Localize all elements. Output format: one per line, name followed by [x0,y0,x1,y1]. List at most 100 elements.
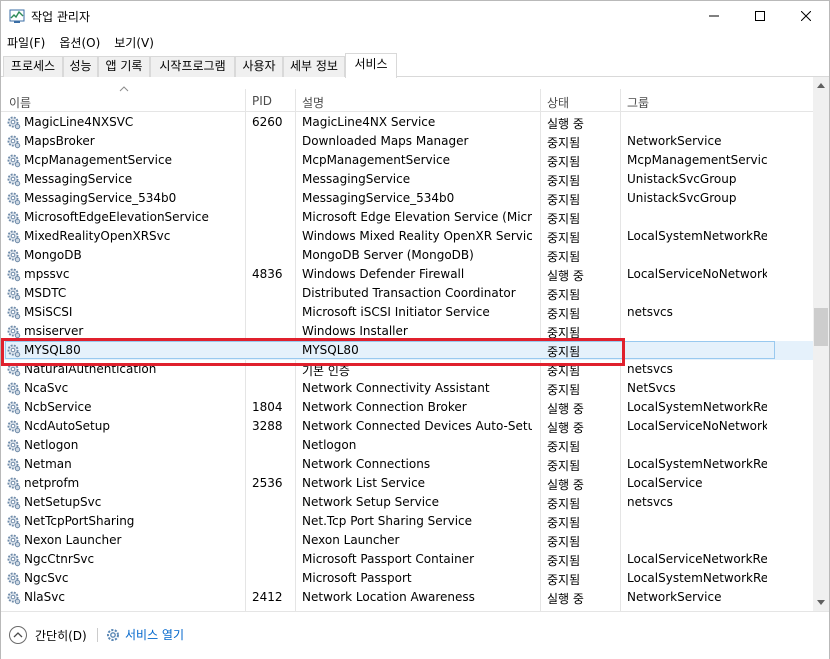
table-row[interactable]: MessagingService MessagingService 중지됨 Unist… [1,170,813,189]
service-pid: 3288 [252,419,283,433]
table-row[interactable]: netprofm 2536 Network List Service 실행 중 Loca… [1,474,813,493]
service-pid: 2536 [252,476,283,490]
tab-details[interactable]: 세부 정보 [283,56,345,77]
service-status: 중지됨 [547,573,581,587]
service-status: 중지됨 [547,193,581,207]
service-group: LocalService [627,476,703,490]
table-row[interactable]: Netman Network Connections 중지됨 LocalSystemN… [1,455,813,474]
table-row[interactable]: NetSetupSvc Network Setup Service 중지됨 netsv… [1,493,813,512]
services-list: 이름 PID 설명 상태 그룹 MagicLine4NXSVC 6260 Magic… [1,77,829,611]
service-name: NgcSvc [24,571,69,585]
menu-file[interactable]: 파일(F) [7,34,45,51]
minimize-button[interactable] [691,1,737,31]
service-group: netsvcs [627,305,673,319]
service-description: Distributed Transaction Coordinator [302,286,516,300]
service-group: NetworkService [627,134,722,148]
service-status: 중지됨 [547,250,581,264]
table-row[interactable]: MapsBroker Downloaded Maps Manager 중지됨 Netw… [1,132,813,151]
scroll-down-button[interactable] [813,594,829,611]
service-description: Netlogon [302,438,357,452]
service-status: 중지됨 [547,174,581,188]
service-status: 중지됨 [547,155,581,169]
service-name: MapsBroker [24,134,95,148]
table-row[interactable]: Netlogon Netlogon 중지됨 [1,436,813,455]
fewer-details-label: 간단히(D) [35,628,87,643]
service-gear-icon [6,533,21,548]
footer-divider [97,628,98,642]
table-row[interactable]: MixedRealityOpenXRSvc Windows Mixed Reali… [1,227,813,246]
window-title: 작업 관리자 [31,10,91,24]
table-row[interactable]: msiserver Windows Installer 중지됨 [1,322,813,341]
footer-bar: 간단히(D) 서비스 열기 [1,611,829,659]
service-gear-icon [6,286,21,301]
tab-processes[interactable]: 프로세스 [3,56,63,77]
table-row[interactable]: MicrosoftEdgeElevationService Microsoft E… [1,208,813,227]
service-group: McpManagementServic... [627,153,767,167]
service-description: Network Connected Devices Auto-Setup [302,419,532,433]
service-pid: 6260 [252,115,283,129]
table-row[interactable]: NgcCtnrSvc Microsoft Passport Container 중지… [1,550,813,569]
fewer-details-button[interactable]: 간단히(D) [9,626,87,644]
service-gear-icon [6,153,21,168]
table-row[interactable]: MongoDB MongoDB Server (MongoDB) 중지됨 [1,246,813,265]
close-icon [801,11,811,21]
tab-app-history[interactable]: 앱 기록 [98,56,150,77]
table-row[interactable]: MSDTC Distributed Transaction Coordinator… [1,284,813,303]
table-row[interactable]: NaturalAuthentication 기본 인증 중지됨 netsvcs [1,360,813,379]
chevron-up-icon [817,83,825,88]
service-gear-icon [6,400,21,415]
service-status: 중지됨 [547,535,581,549]
table-row[interactable]: McpManagementService McpManagementService… [1,151,813,170]
maximize-button[interactable] [737,1,783,31]
service-status: 실행 중 [547,478,584,492]
table-row[interactable]: Nexon Launcher Nexon Launcher 중지됨 [1,531,813,550]
tab-services[interactable]: 서비스 [345,53,397,78]
service-description: MagicLine4NX Service [302,115,436,129]
service-gear-icon [6,305,21,320]
service-group: LocalSystemNetworkRes... [627,457,767,471]
service-status: 중지됨 [547,288,581,302]
column-status-header[interactable]: 상태 [547,94,569,111]
service-description: Downloaded Maps Manager [302,134,469,148]
table-row-selected[interactable]: MYSQL80 MYSQL80 중지됨 [1,341,813,360]
scroll-up-button[interactable] [813,77,829,94]
table-row[interactable]: NcbService 1804 Network Connection Broker 실… [1,398,813,417]
vertical-scrollbar[interactable] [813,77,829,611]
service-name: NlaSvc [24,590,65,604]
table-row[interactable]: NgcSvc Microsoft Passport 중지됨 LocalSystemNe… [1,569,813,588]
column-description-header[interactable]: 설명 [302,94,324,111]
scroll-thumb[interactable] [814,308,828,346]
table-row[interactable]: NcaSvc Network Connectivity Assistant 중지됨 N… [1,379,813,398]
service-gear-icon [6,476,21,491]
service-name: NcaSvc [24,381,69,395]
table-row[interactable]: NcdAutoSetup 3288 Network Connected Device… [1,417,813,436]
service-group: LocalServiceNoNetwork [627,419,767,433]
service-pid: 2412 [252,590,283,604]
menu-bar: 파일(F) 옵션(O) 보기(V) [1,31,829,53]
service-status: 실행 중 [547,421,584,435]
service-description: MYSQL80 [302,343,359,357]
close-button[interactable] [783,1,829,31]
tab-users[interactable]: 사용자 [235,56,283,77]
open-services-link[interactable]: 서비스 열기 [105,626,184,643]
column-name-header[interactable]: 이름 [9,94,31,111]
table-row[interactable]: NetTcpPortSharing Net.Tcp Port Sharing Se… [1,512,813,531]
table-row[interactable]: mpssvc 4836 Windows Defender Firewall 실행 중 L… [1,265,813,284]
column-group-header[interactable]: 그룹 [627,94,649,111]
minimize-icon [709,15,719,17]
table-row[interactable]: MagicLine4NXSVC 6260 MagicLine4NX Service 실… [1,113,813,132]
service-group: LocalSystemNetworkRes... [627,571,767,585]
column-pid-header[interactable]: PID [252,94,272,108]
table-row[interactable]: MessagingService_534b0 MessagingService_5… [1,189,813,208]
table-row[interactable]: MSiSCSI Microsoft iSCSI Initiator Service… [1,303,813,322]
tab-performance[interactable]: 성능 [63,56,98,77]
service-description: MessagingService_534b0 [302,191,455,205]
tab-startup[interactable]: 시작프로그램 [150,56,235,77]
service-gear-icon [6,514,21,529]
table-row[interactable]: NlaSvc 2412 Network Location Awareness 실행 중… [1,588,813,607]
menu-options[interactable]: 옵션(O) [59,34,100,51]
menu-view[interactable]: 보기(V) [114,34,154,51]
service-description: Microsoft iSCSI Initiator Service [302,305,490,319]
service-gear-icon [6,343,21,358]
task-manager-window: 작업 관리자 파일(F) 옵션(O) 보기(V) 프로세스 성능 앱 기록 시작… [0,0,830,659]
